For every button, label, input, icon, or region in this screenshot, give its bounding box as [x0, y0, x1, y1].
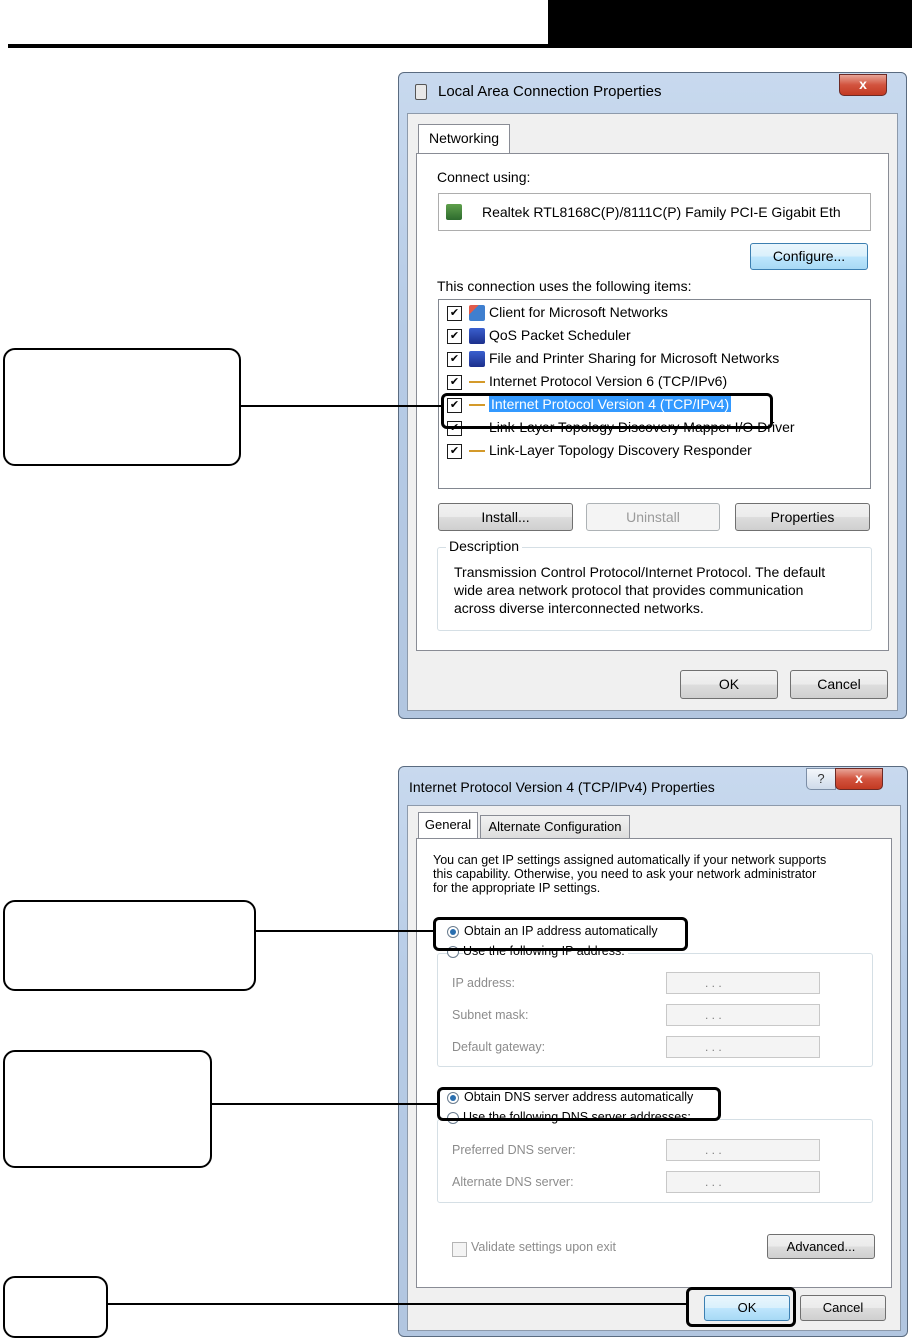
alternate-dns-field[interactable]: . . .: [666, 1171, 820, 1193]
checkbox[interactable]: ✔: [447, 375, 462, 390]
ip-address-field[interactable]: . . .: [666, 972, 820, 994]
lan-titlebar: Local Area Connection Properties x: [399, 73, 906, 109]
ipv4-client-area: General Alternate Configuration You can …: [407, 805, 901, 1331]
list-item[interactable]: ✔ Internet Protocol Version 6 (TCP/IPv6): [447, 372, 867, 394]
alternate-dns-label: Alternate DNS server:: [452, 1175, 574, 1189]
advanced-button[interactable]: Advanced...: [767, 1234, 875, 1259]
ip-address-label: IP address:: [452, 976, 516, 990]
preferred-dns-label: Preferred DNS server:: [452, 1143, 576, 1157]
cancel-button[interactable]: Cancel: [800, 1295, 886, 1321]
intro-text: for the appropriate IP settings.: [433, 881, 601, 895]
description-text: Transmission Control Protocol/Internet P…: [454, 564, 826, 580]
list-item[interactable]: ✔ Client for Microsoft Networks: [447, 303, 867, 325]
callout-connector: [239, 405, 442, 407]
highlight-obtain-dns: [437, 1087, 721, 1121]
network-adapter-icon: [446, 204, 462, 220]
protocol-icon: [469, 381, 485, 383]
checkbox[interactable]: ✔: [447, 306, 462, 321]
adapter-name: Realtek RTL8168C(P)/8111C(P) Family PCI-…: [482, 204, 841, 220]
computer-icon: [469, 351, 485, 367]
network-client-icon: [469, 305, 485, 321]
checkbox[interactable]: ✔: [447, 329, 462, 344]
uninstall-button[interactable]: Uninstall: [586, 503, 720, 531]
description-group: Description Transmission Control Protoco…: [437, 538, 872, 631]
lan-dialog-title: Local Area Connection Properties: [438, 83, 662, 100]
configure-button[interactable]: Configure...: [750, 243, 868, 270]
highlight-ok-button: [686, 1287, 796, 1327]
subnet-mask-field[interactable]: . . .: [666, 1004, 820, 1026]
protocol-icon: [469, 450, 485, 452]
default-gateway-label: Default gateway:: [452, 1040, 546, 1054]
header-block: [548, 0, 912, 48]
close-icon[interactable]: x: [835, 768, 883, 790]
network-adapter-icon: [415, 84, 427, 100]
callout-box: [3, 900, 256, 991]
install-button[interactable]: Install...: [438, 503, 573, 531]
header-rule: [8, 44, 548, 48]
help-icon[interactable]: ?: [806, 768, 836, 790]
callout-box: [3, 1276, 108, 1338]
intro-text: You can get IP settings assigned automat…: [433, 853, 827, 867]
ok-button[interactable]: OK: [680, 670, 778, 699]
ipv4-properties-dialog: Internet Protocol Version 4 (TCP/IPv4) P…: [398, 766, 908, 1337]
general-tab-page: You can get IP settings assigned automat…: [416, 838, 892, 1288]
cancel-button[interactable]: Cancel: [790, 670, 888, 699]
description-text: across diverse interconnected networks.: [454, 600, 704, 616]
tab-networking[interactable]: Networking: [418, 124, 510, 154]
ipv4-dialog-title: Internet Protocol Version 4 (TCP/IPv4) P…: [409, 779, 715, 795]
checkbox[interactable]: ✔: [447, 352, 462, 367]
callout-connector: [210, 1103, 438, 1105]
callout-connector: [106, 1303, 688, 1305]
description-text: wide area network protocol that provides…: [454, 582, 804, 598]
highlight-obtain-ip: [433, 917, 688, 951]
computer-icon: [469, 328, 485, 344]
list-item[interactable]: ✔ File and Printer Sharing for Microsoft…: [447, 349, 867, 371]
default-gateway-field[interactable]: . . .: [666, 1036, 820, 1058]
tab-general[interactable]: General: [418, 812, 478, 839]
items-label: This connection uses the following items…: [437, 278, 692, 294]
intro-text: this capability. Otherwise, you need to …: [433, 867, 817, 881]
callout-box: [3, 1050, 212, 1168]
callout-box: [3, 348, 241, 466]
subnet-mask-label: Subnet mask:: [452, 1008, 529, 1022]
properties-button[interactable]: Properties: [735, 503, 870, 531]
adapter-field: Realtek RTL8168C(P)/8111C(P) Family PCI-…: [438, 193, 871, 231]
checkbox[interactable]: ✔: [447, 444, 462, 459]
list-item[interactable]: ✔ Link-Layer Topology Discovery Responde…: [447, 441, 867, 463]
callout-connector: [254, 930, 436, 932]
connect-using-label: Connect using:: [437, 169, 531, 185]
description-title: Description: [446, 538, 523, 554]
validate-checkbox[interactable]: [452, 1242, 467, 1257]
close-icon[interactable]: x: [839, 74, 887, 96]
list-item[interactable]: ✔ QoS Packet Scheduler: [447, 326, 867, 348]
tab-alternate-configuration[interactable]: Alternate Configuration: [480, 815, 630, 839]
preferred-dns-field[interactable]: . . .: [666, 1139, 820, 1161]
highlight-ipv4-item: [441, 393, 773, 429]
validate-label: Validate settings upon exit: [471, 1240, 617, 1254]
ipv4-titlebar: Internet Protocol Version 4 (TCP/IPv4) P…: [399, 767, 907, 803]
